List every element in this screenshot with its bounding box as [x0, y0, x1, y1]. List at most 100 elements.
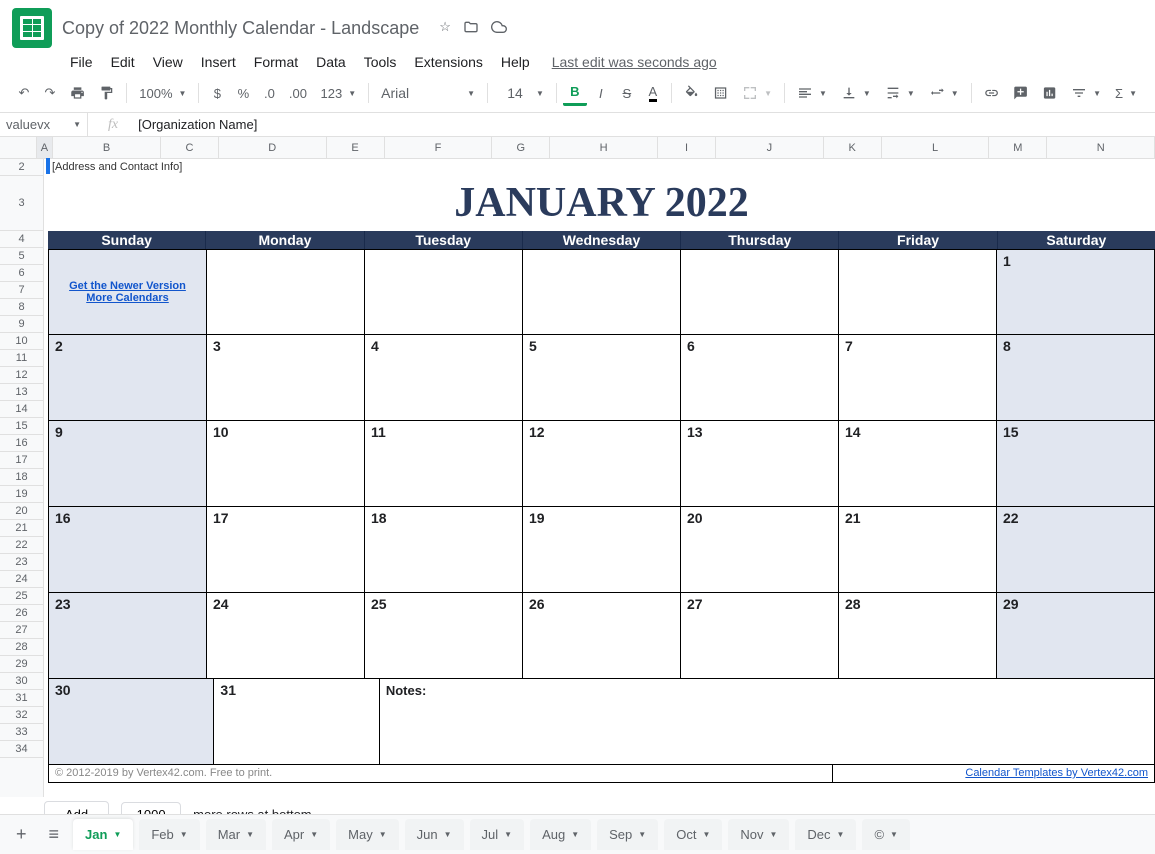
menu-view[interactable]: View: [145, 50, 191, 74]
name-box[interactable]: valuevx▼: [0, 113, 88, 136]
column-header-N[interactable]: N: [1047, 137, 1155, 158]
calendar-cell[interactable]: 2: [48, 335, 207, 421]
row-header-25[interactable]: 25: [0, 588, 43, 605]
row-header-30[interactable]: 30: [0, 673, 43, 690]
row-header-10[interactable]: 10: [0, 333, 43, 350]
insert-chart-button[interactable]: [1036, 80, 1063, 106]
calendar-cell[interactable]: 23: [48, 593, 207, 679]
row-header-21[interactable]: 21: [0, 520, 43, 537]
calendar-cell[interactable]: 20: [681, 507, 839, 593]
formula-input[interactable]: [Organization Name]: [138, 117, 257, 132]
row-header-24[interactable]: 24: [0, 571, 43, 588]
calendar-cell[interactable]: 10: [207, 421, 365, 507]
calendar-cell[interactable]: 18: [365, 507, 523, 593]
percent-button[interactable]: %: [231, 80, 255, 106]
row-header-8[interactable]: 8: [0, 299, 43, 316]
text-color-button[interactable]: A: [641, 80, 665, 106]
merge-cells-button[interactable]: ▼: [736, 83, 778, 103]
calendar-cell[interactable]: 13: [681, 421, 839, 507]
calendar-cell[interactable]: 19: [523, 507, 681, 593]
column-header-G[interactable]: G: [492, 137, 550, 158]
row-header-29[interactable]: 29: [0, 656, 43, 673]
row-header-11[interactable]: 11: [0, 350, 43, 367]
column-header-M[interactable]: M: [989, 137, 1047, 158]
row-header-4[interactable]: 4: [0, 231, 43, 248]
zoom-select[interactable]: 100%▼: [133, 84, 192, 103]
calendar-cell[interactable]: 12: [523, 421, 681, 507]
row-header-6[interactable]: 6: [0, 265, 43, 282]
move-icon[interactable]: [463, 19, 479, 38]
row-header-20[interactable]: 20: [0, 503, 43, 520]
column-header-F[interactable]: F: [385, 137, 493, 158]
sheet-tab-jun[interactable]: Jun▼: [405, 819, 464, 850]
calendar-cell[interactable]: 6: [681, 335, 839, 421]
row-header-16[interactable]: 16: [0, 435, 43, 452]
row-header-12[interactable]: 12: [0, 367, 43, 384]
row-header-7[interactable]: 7: [0, 282, 43, 299]
borders-button[interactable]: [707, 80, 734, 106]
row-header-14[interactable]: 14: [0, 401, 43, 418]
cloud-icon[interactable]: [491, 19, 507, 38]
calendar-cell[interactable]: 1: [997, 249, 1155, 335]
select-all-corner[interactable]: [0, 137, 37, 158]
column-header-K[interactable]: K: [824, 137, 882, 158]
column-header-L[interactable]: L: [882, 137, 990, 158]
calendar-cell[interactable]: 26: [523, 593, 681, 679]
calendar-cell[interactable]: 9: [48, 421, 207, 507]
functions-button[interactable]: Σ▼: [1109, 84, 1143, 103]
row-header-26[interactable]: 26: [0, 605, 43, 622]
menu-format[interactable]: Format: [246, 50, 306, 74]
row-header-27[interactable]: 27: [0, 622, 43, 639]
redo-button[interactable]: ↷: [38, 80, 62, 106]
row-header-18[interactable]: 18: [0, 469, 43, 486]
address-cell[interactable]: [Address and Contact Info]: [48, 159, 1155, 176]
calendar-cell[interactable]: 15: [997, 421, 1155, 507]
column-header-D[interactable]: D: [219, 137, 327, 158]
sheet-tab-oct[interactable]: Oct▼: [664, 819, 722, 850]
menu-insert[interactable]: Insert: [193, 50, 244, 74]
calendar-cell[interactable]: 25: [365, 593, 523, 679]
number-format-select[interactable]: 123▼: [315, 84, 363, 103]
sheet-tab-aug[interactable]: Aug▼: [530, 819, 591, 850]
print-button[interactable]: [64, 80, 91, 106]
strikethrough-button[interactable]: S: [615, 80, 639, 106]
column-header-J[interactable]: J: [716, 137, 824, 158]
calendar-cell[interactable]: 11: [365, 421, 523, 507]
currency-button[interactable]: $: [205, 80, 229, 106]
calendar-cell[interactable]: [207, 249, 365, 335]
row-header-28[interactable]: 28: [0, 639, 43, 656]
row-header-3[interactable]: 3: [0, 176, 43, 231]
row-header-5[interactable]: 5: [0, 248, 43, 265]
row-header-15[interactable]: 15: [0, 418, 43, 435]
sheets-logo[interactable]: [12, 8, 52, 48]
row-header-32[interactable]: 32: [0, 707, 43, 724]
sheet-tab-jan[interactable]: Jan▼: [73, 819, 133, 850]
calendar-cell[interactable]: Notes:: [380, 679, 1155, 765]
sheet-tab-mar[interactable]: Mar▼: [206, 819, 266, 850]
text-rotation-button[interactable]: ▼: [923, 83, 965, 103]
sheet-tab-©[interactable]: ©▼: [862, 819, 910, 850]
row-header-9[interactable]: 9: [0, 316, 43, 333]
italic-button[interactable]: I: [589, 80, 613, 106]
row-header-33[interactable]: 33: [0, 724, 43, 741]
increase-decimal-button[interactable]: .00: [283, 80, 312, 106]
calendar-cell[interactable]: 17: [207, 507, 365, 593]
calendar-cell[interactable]: 4: [365, 335, 523, 421]
sheet-tab-nov[interactable]: Nov▼: [728, 819, 789, 850]
undo-button[interactable]: ↶: [12, 80, 36, 106]
calendar-cell[interactable]: 24: [207, 593, 365, 679]
calendar-cell[interactable]: 21: [839, 507, 997, 593]
calendar-cell[interactable]: 14: [839, 421, 997, 507]
row-header-19[interactable]: 19: [0, 486, 43, 503]
calendar-cell[interactable]: 27: [681, 593, 839, 679]
calendar-cell[interactable]: 28: [839, 593, 997, 679]
calendar-cell[interactable]: 31: [214, 679, 379, 765]
column-header-H[interactable]: H: [550, 137, 658, 158]
sheet-tab-sep[interactable]: Sep▼: [597, 819, 658, 850]
column-header-C[interactable]: C: [161, 137, 219, 158]
menu-tools[interactable]: Tools: [356, 50, 405, 74]
calendar-cell[interactable]: 22: [997, 507, 1155, 593]
menu-data[interactable]: Data: [308, 50, 354, 74]
add-sheet-button[interactable]: +: [8, 818, 35, 851]
sheet-tab-dec[interactable]: Dec▼: [795, 819, 856, 850]
